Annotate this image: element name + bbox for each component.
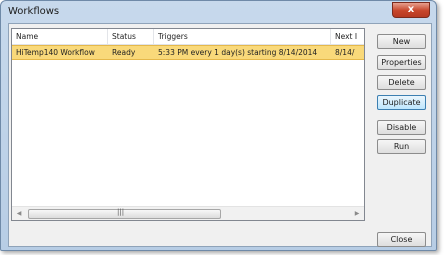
properties-button[interactable]: Properties <box>377 55 426 70</box>
column-header-status[interactable]: Status <box>108 29 154 44</box>
scroll-left-arrow-icon[interactable]: ◀ <box>13 207 25 220</box>
new-button[interactable]: New <box>377 34 426 49</box>
column-header-name[interactable]: Name <box>12 29 108 44</box>
close-button[interactable]: Close <box>377 232 426 247</box>
thumb-grip-icon: ||| <box>117 208 125 216</box>
column-header-next[interactable]: Next I <box>331 29 364 44</box>
disable-button[interactable]: Disable <box>377 120 426 135</box>
row-status: Ready <box>112 48 136 57</box>
duplicate-button[interactable]: Duplicate <box>377 95 426 110</box>
delete-button[interactable]: Delete <box>377 75 426 90</box>
workflows-list[interactable]: Name Status Triggers Next I HiTemp140 Wo… <box>11 28 365 221</box>
scrollbar-thumb[interactable]: ||| <box>28 208 221 219</box>
dialog-client-area: Name Status Triggers Next I HiTemp140 Wo… <box>8 23 432 247</box>
window-title: Workflows <box>8 6 60 17</box>
scroll-right-arrow-icon[interactable]: ▶ <box>351 207 363 220</box>
window-close-button[interactable]: x <box>392 2 430 18</box>
row-triggers: 5:33 PM every 1 day(s) starting 8/14/201… <box>158 48 318 57</box>
run-button[interactable]: Run <box>377 139 426 154</box>
table-row[interactable]: HiTemp140 Workflow Ready 5:33 PM every 1… <box>12 45 364 60</box>
row-next: 8/14/ <box>335 48 355 57</box>
title-bar[interactable]: Workflows x <box>1 1 436 23</box>
row-name: HiTemp140 Workflow <box>16 48 95 57</box>
workflows-window: Workflows x Name Status Triggers Next I … <box>0 0 437 251</box>
list-header: Name Status Triggers Next I <box>12 29 364 45</box>
column-header-triggers[interactable]: Triggers <box>154 29 331 44</box>
horizontal-scrollbar[interactable]: ◀ ||| ▶ <box>12 206 364 220</box>
